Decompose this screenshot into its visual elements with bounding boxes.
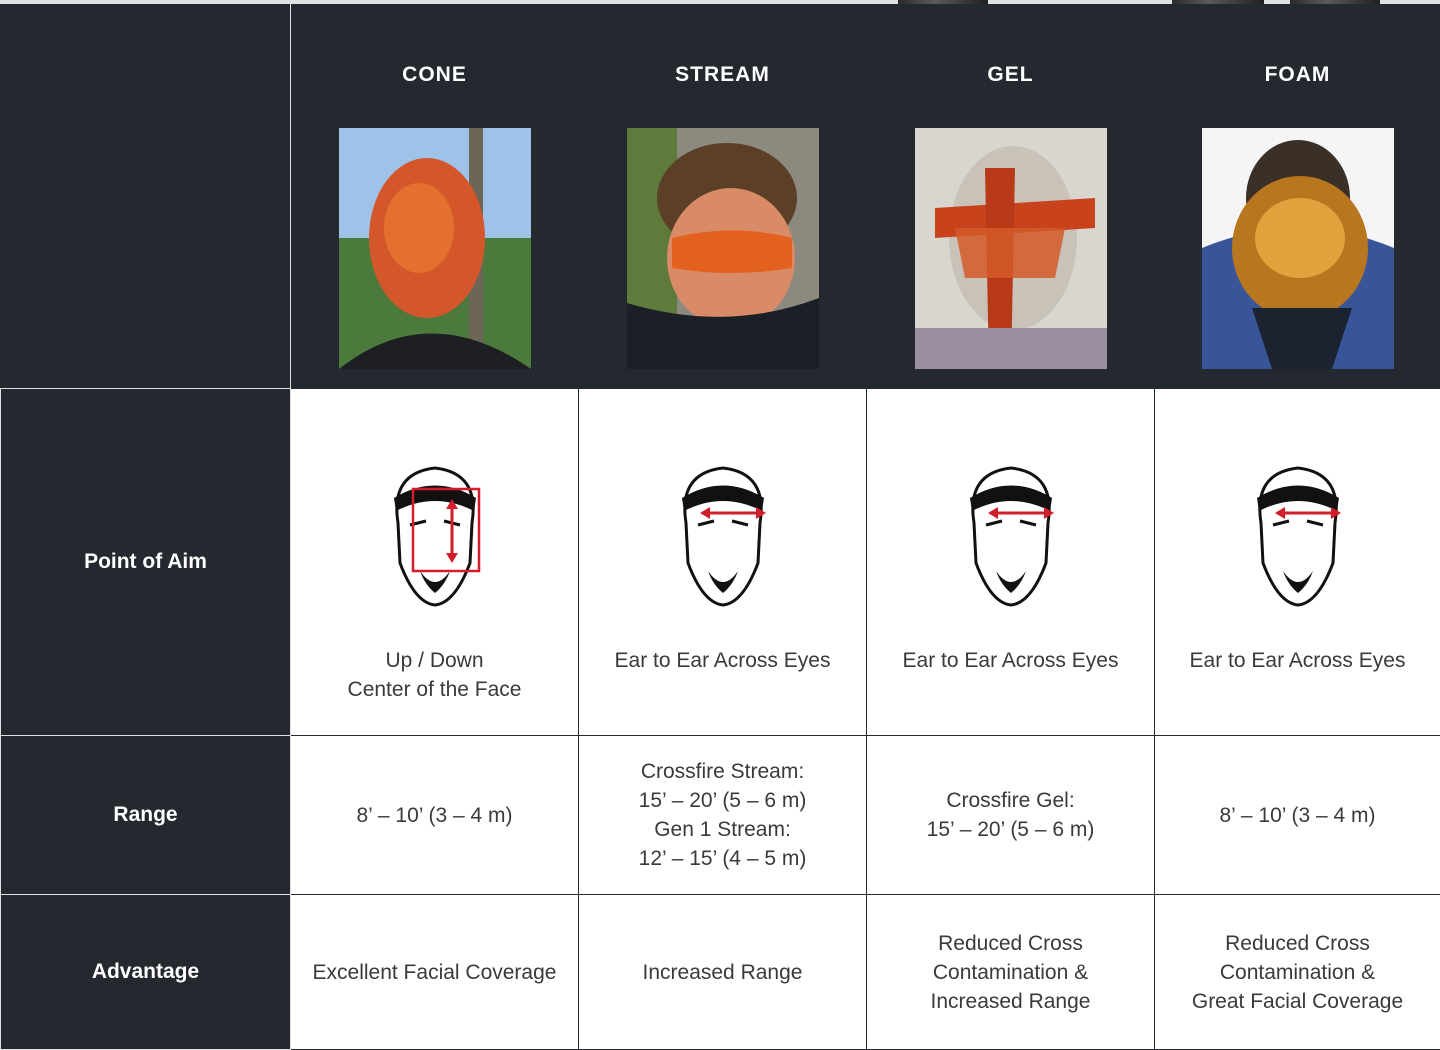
- column-title: FOAM: [1155, 63, 1440, 89]
- corner-cell: [1, 5, 291, 389]
- column-cone: CONE: [291, 5, 579, 389]
- advantage-row: Advantage Excellent Facial Coverage Incr…: [1, 895, 1440, 1050]
- aim-cell-gel: Ear to Ear Across Eyes: [867, 389, 1155, 736]
- header-row: CONE STREAM: [1, 5, 1440, 389]
- advantage-cell-stream: Increased Range: [579, 895, 867, 1050]
- row-label-advantage: Advantage: [1, 895, 291, 1050]
- range-cell-gel: Crossfire Gel: 15’ – 20’ (5 – 6 m): [867, 736, 1155, 895]
- advantage-cell-cone: Excellent Facial Coverage: [291, 895, 579, 1050]
- aim-cell-cone: Up / Down Center of the Face: [291, 389, 579, 736]
- aim-description: Up / Down Center of the Face: [291, 646, 578, 704]
- aim-description: Ear to Ear Across Eyes: [867, 646, 1154, 704]
- face-outline-icon: [956, 453, 1066, 608]
- advantage-cell-gel: Reduced Cross Contamination & Increased …: [867, 895, 1155, 1050]
- column-stream: STREAM: [579, 5, 867, 389]
- column-title: CONE: [291, 63, 578, 89]
- stream-photo: [627, 128, 819, 369]
- gel-photo: [915, 128, 1107, 369]
- column-foam: FOAM: [1155, 5, 1440, 389]
- aim-cell-foam: Ear to Ear Across Eyes: [1155, 389, 1440, 736]
- row-label-range: Range: [1, 736, 291, 895]
- point-of-aim-row: Point of Aim Up / Down Center of the Fac…: [1, 389, 1440, 736]
- aim-cell-stream: Ear to Ear Across Eyes: [579, 389, 867, 736]
- aim-description: Ear to Ear Across Eyes: [1155, 646, 1440, 704]
- range-cell-foam: 8’ – 10’ (3 – 4 m): [1155, 736, 1440, 895]
- face-outline-icon: [668, 453, 778, 608]
- cone-photo: [339, 128, 531, 369]
- face-outline-icon: [380, 453, 490, 608]
- column-title: STREAM: [579, 63, 866, 89]
- aim-description: Ear to Ear Across Eyes: [579, 646, 866, 704]
- foam-photo: [1202, 128, 1394, 369]
- range-cell-stream: Crossfire Stream: 15’ – 20’ (5 – 6 m) Ge…: [579, 736, 867, 895]
- face-outline-icon: [1243, 453, 1353, 608]
- advantage-cell-foam: Reduced Cross Contamination & Great Faci…: [1155, 895, 1440, 1050]
- comparison-table: CONE STREAM: [0, 4, 1440, 1050]
- column-gel: GEL: [867, 5, 1155, 389]
- row-label-aim: Point of Aim: [1, 389, 291, 736]
- column-title: GEL: [867, 63, 1154, 89]
- range-row: Range 8’ – 10’ (3 – 4 m) Crossfire Strea…: [1, 736, 1440, 895]
- range-cell-cone: 8’ – 10’ (3 – 4 m): [291, 736, 579, 895]
